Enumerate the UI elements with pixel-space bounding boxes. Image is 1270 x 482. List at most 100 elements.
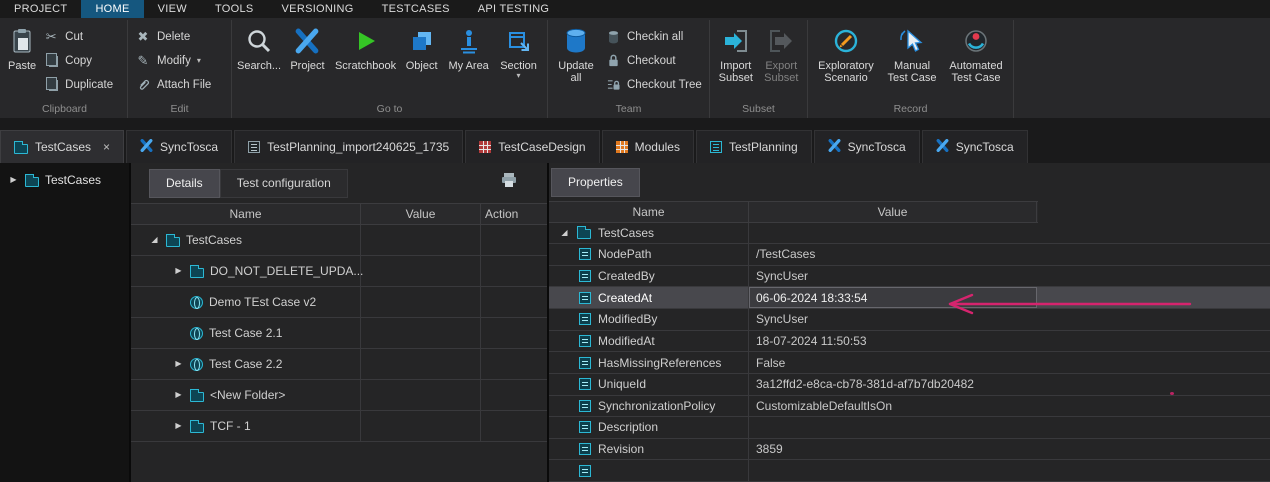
doc-tab-label: TestPlanning	[729, 140, 798, 154]
database-small-icon	[605, 30, 621, 44]
exploratory-icon	[833, 25, 859, 57]
copy-button[interactable]: Copy	[43, 53, 113, 68]
property-icon	[579, 443, 591, 455]
property-row-modifiedat[interactable]: ModifiedAt 18-07-2024 11:50:53	[549, 331, 1270, 353]
copy-label: Copy	[65, 55, 92, 67]
expand-icon[interactable]	[173, 421, 184, 431]
delete-button[interactable]: ✖ Delete	[135, 29, 211, 44]
tree-row-testcases[interactable]: TestCases	[131, 225, 547, 256]
goto-my-area-button[interactable]: My Area	[444, 20, 493, 103]
property-name: NodePath	[598, 247, 651, 261]
object-icon	[410, 25, 434, 57]
doc-tab-synctosca-2[interactable]: SyncTosca	[814, 130, 920, 163]
property-row-createdat[interactable]: CreatedAt 06-06-2024 18:33:54	[549, 287, 1270, 309]
doc-tab-testcases[interactable]: TestCases ×	[0, 130, 124, 163]
play-icon	[354, 25, 378, 57]
details-column-headers: Name Value Action	[131, 203, 547, 225]
menu-item-testcases[interactable]: TESTCASES	[368, 0, 464, 18]
property-row-createdby[interactable]: CreatedBy SyncUser	[549, 266, 1270, 288]
list-teal-icon	[710, 141, 722, 153]
doc-tab-modules[interactable]: Modules	[602, 130, 694, 163]
doc-tab-testplanning-import[interactable]: TestPlanning_import240625_1735	[234, 130, 463, 163]
folder-icon	[166, 237, 180, 247]
doc-tab-testcasedesign[interactable]: TestCaseDesign	[465, 130, 599, 163]
print-icon[interactable]	[501, 173, 517, 193]
value-cell	[361, 318, 481, 348]
tosca-x-icon	[140, 139, 153, 155]
property-name: ModifiedAt	[598, 334, 655, 348]
close-icon[interactable]: ×	[103, 140, 110, 154]
tree-row-new-folder[interactable]: <New Folder>	[131, 380, 547, 411]
checkout-button[interactable]: Checkout	[605, 53, 702, 68]
import-subset-button[interactable]: Import Subset	[713, 20, 759, 103]
details-panel-header: Details Test configuration	[131, 163, 547, 203]
checkin-all-button[interactable]: Checkin all	[605, 29, 702, 44]
tree-row-demo-test-case[interactable]: Demo TEst Case v2	[131, 287, 547, 318]
testcase-icon	[190, 358, 203, 371]
goto-project-button[interactable]: Project	[283, 20, 332, 103]
expand-icon[interactable]	[173, 390, 184, 400]
tree-row-do-not-delete[interactable]: DO_NOT_DELETE_UPDA...	[131, 256, 547, 287]
property-row-synchronizationpolicy[interactable]: SynchronizationPolicy CustomizableDefaul…	[549, 396, 1270, 418]
doc-tab-synctosca-3[interactable]: SyncTosca	[922, 130, 1028, 163]
ribbon: Paste ✂ Cut Copy Duplicate	[0, 18, 1270, 118]
menu-item-tools[interactable]: TOOLS	[201, 0, 268, 18]
tree-row-test-case-21[interactable]: Test Case 2.1	[131, 318, 547, 349]
export-subset-button[interactable]: Export Subset	[759, 20, 805, 103]
doc-tab-testplanning[interactable]: TestPlanning	[696, 130, 812, 163]
update-all-button[interactable]: Update all	[551, 20, 601, 103]
property-row-nodepath[interactable]: NodePath /TestCases	[549, 244, 1270, 266]
manual-test-case-button[interactable]: Manual Test Case	[881, 20, 943, 103]
expand-icon[interactable]	[559, 228, 570, 238]
action-cell	[481, 256, 547, 286]
menu-item-home[interactable]: HOME	[81, 0, 143, 18]
search-button[interactable]: Search...	[235, 20, 283, 103]
tree-row-test-case-22[interactable]: Test Case 2.2	[131, 349, 547, 380]
tree-item-testcases[interactable]: TestCases	[8, 173, 129, 187]
duplicate-button[interactable]: Duplicate	[43, 77, 113, 92]
property-value: SyncUser	[749, 309, 1037, 330]
menu-item-view[interactable]: VIEW	[144, 0, 201, 18]
exploratory-scenario-button[interactable]: Exploratory Scenario	[811, 20, 881, 103]
checkout-tree-button[interactable]: Checkout Tree	[605, 77, 702, 92]
automated-test-case-button[interactable]: Automated Test Case	[943, 20, 1009, 103]
property-value: 06-06-2024 18:33:54	[749, 287, 1037, 308]
property-row-modifiedby[interactable]: ModifiedBy SyncUser	[549, 309, 1270, 331]
scratchbook-button[interactable]: Scratchbook	[332, 20, 399, 103]
goto-section-button[interactable]: Section ▾	[493, 20, 544, 103]
property-value: False	[749, 352, 1037, 373]
cut-button[interactable]: ✂ Cut	[43, 29, 113, 44]
action-cell	[481, 380, 547, 410]
automated-test-case-label: Automated Test Case	[946, 60, 1006, 84]
property-row-description[interactable]: Description	[549, 417, 1270, 439]
paste-button[interactable]: Paste	[5, 20, 39, 103]
menu-item-versioning[interactable]: VERSIONING	[268, 0, 368, 18]
section-icon	[507, 25, 531, 57]
tab-test-configuration[interactable]: Test configuration	[220, 169, 348, 198]
expand-icon[interactable]	[173, 266, 184, 276]
property-row-hasmissingreferences[interactable]: HasMissingReferences False	[549, 352, 1270, 374]
goto-object-button[interactable]: Object	[399, 20, 444, 103]
tab-details[interactable]: Details	[149, 169, 220, 198]
doc-tab-synctosca-1[interactable]: SyncTosca	[126, 130, 232, 163]
menu-item-api-testing[interactable]: API TESTING	[464, 0, 564, 18]
expand-icon[interactable]	[149, 235, 160, 245]
value-cell	[361, 287, 481, 317]
attach-file-button[interactable]: Attach File	[135, 77, 211, 92]
tree-row-tcf-1[interactable]: TCF - 1	[131, 411, 547, 442]
duplicate-label: Duplicate	[65, 79, 113, 91]
doc-tab-label: TestCases	[35, 140, 91, 154]
tab-properties[interactable]: Properties	[551, 168, 640, 197]
modify-button[interactable]: ✎ Modify ▾	[135, 53, 211, 68]
property-icon	[579, 400, 591, 412]
tosca-x-icon	[828, 139, 841, 155]
action-cell	[481, 287, 547, 317]
expand-icon[interactable]	[173, 359, 184, 369]
property-row-uniqueid[interactable]: UniqueId 3a12ffd2-e8ca-cb78-381d-af7b7db…	[549, 374, 1270, 396]
menu-item-project[interactable]: PROJECT	[0, 0, 81, 18]
details-panel: Details Test configuration Name Value Ac…	[129, 163, 547, 482]
expand-icon[interactable]	[8, 175, 19, 185]
column-header-name: Name	[131, 204, 361, 224]
property-root-row[interactable]: TestCases	[549, 223, 1270, 245]
property-row-revision[interactable]: Revision 3859	[549, 439, 1270, 461]
